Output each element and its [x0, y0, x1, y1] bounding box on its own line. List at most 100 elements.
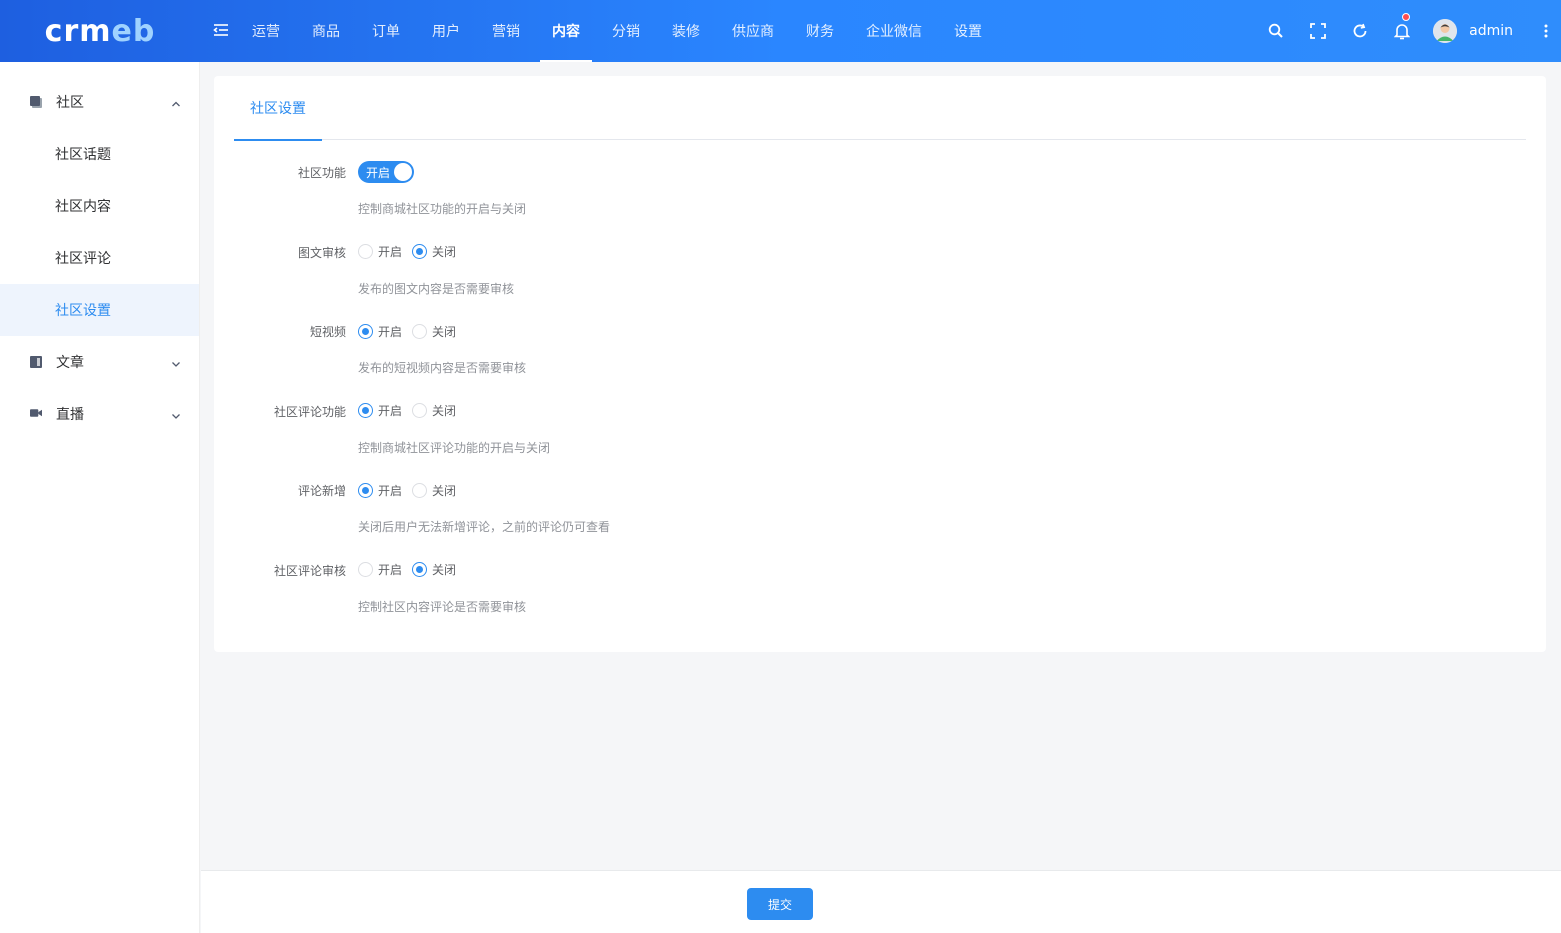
- top-nav-item[interactable]: 企业微信: [854, 0, 934, 62]
- submit-button[interactable]: 提交: [747, 888, 813, 920]
- radio-label: 关闭: [432, 245, 457, 259]
- radio-option[interactable]: 关闭: [412, 323, 456, 340]
- top-nav-item[interactable]: 商品: [300, 0, 352, 62]
- form-description: 控制社区内容评论是否需要审核: [358, 599, 527, 614]
- settings-card: 社区设置 社区功能 开启 控制商城社区功能的开启与关闭 图文审核 开启 关闭 发布的图文内容…: [214, 76, 1546, 652]
- radio-label: 开启: [378, 245, 403, 259]
- logo-text: crmeb: [44, 13, 156, 49]
- radio-label: 关闭: [432, 483, 457, 498]
- sidebar-item[interactable]: 社区内容: [0, 180, 199, 232]
- radio-circle: [412, 323, 428, 339]
- form-item: 社区评论审核 开启 关闭控制社区内容评论是否需要审核: [214, 558, 1546, 638]
- top-nav: 运营 商品 订单 用户 营销 内容 分销 装修 供应商 财务 企业微信 设置: [240, 0, 1002, 62]
- radio-option[interactable]: 开启: [358, 323, 402, 340]
- radio-circle: [412, 562, 428, 577]
- top-nav-item[interactable]: 运营: [240, 0, 292, 62]
- radio-option[interactable]: 关闭: [412, 402, 456, 419]
- top-nav-item[interactable]: 营销: [480, 0, 532, 62]
- radio-label: 开启: [378, 483, 403, 498]
- form-item: 社区评论功能 开启 关闭 控制商城社区评论功能的开启与关闭: [214, 399, 1546, 479]
- sidebar-group[interactable]: 文章: [0, 336, 199, 388]
- user-menu[interactable]: admin: [1433, 19, 1513, 43]
- form-description: 控制商城社区评论功能的开启与关闭: [358, 440, 551, 455]
- footer-bar: 提交: [201, 870, 1561, 933]
- form-description: 发布的图文内容是否需要审核: [358, 281, 515, 296]
- sidebar-item[interactable]: 社区话题: [0, 128, 199, 180]
- form-control: 开启: [358, 160, 414, 184]
- toggle-switch[interactable]: 开启: [358, 161, 414, 183]
- form-item: 社区功能 开启控制商城社区功能的开启与关闭: [214, 160, 1546, 240]
- top-nav-item[interactable]: 设置: [942, 0, 994, 62]
- radio-label: 开启: [378, 563, 403, 577]
- radio-label: 开启: [378, 324, 403, 339]
- avatar: [1433, 19, 1458, 43]
- search-icon[interactable]: [1255, 0, 1297, 62]
- chevron-up-icon: [171, 97, 181, 107]
- top-nav-item[interactable]: 装修: [660, 0, 712, 62]
- form-description: 发布的短视频内容是否需要审核: [358, 361, 527, 375]
- community-icon: [30, 96, 42, 108]
- radio-circle: [412, 482, 428, 498]
- settings-form: 社区功能 开启 控制商城社区功能的开启与关闭 图文审核 开启 关闭 发布的图文内容是否需要审…: [214, 160, 1546, 637]
- username: admin: [1469, 23, 1513, 39]
- top-nav-item[interactable]: 内容: [540, 0, 592, 62]
- top-nav-item[interactable]: 财务: [794, 0, 846, 62]
- top-nav-item[interactable]: 分销: [600, 0, 652, 62]
- radio-circle: [358, 244, 373, 259]
- notification-badge: [1402, 13, 1411, 21]
- radio-option[interactable]: 开启: [358, 482, 402, 499]
- chevron-down-icon: [171, 357, 181, 367]
- bell-icon[interactable]: [1381, 0, 1423, 62]
- radio-option[interactable]: 开启: [358, 561, 402, 578]
- top-nav-item[interactable]: 用户: [420, 0, 472, 62]
- logo[interactable]: crmeb: [0, 0, 200, 62]
- radio-option[interactable]: 开启: [358, 402, 402, 419]
- chevron-down-icon: [171, 409, 181, 419]
- radio-circle: [358, 323, 373, 339]
- form-label: 社区评论审核: [273, 563, 346, 578]
- top-header: crmeb 运营 商品 订单 用户 营销 内容 分销 装修 供应商 财务 企业微信 设置 admin: [0, 0, 1561, 62]
- fullscreen-icon[interactable]: [1297, 0, 1339, 62]
- form-label: 评论新增: [297, 484, 346, 498]
- radio-circle: [358, 562, 373, 577]
- menu-collapse-icon[interactable]: [213, 22, 229, 38]
- radio-circle: [358, 403, 373, 418]
- sidebar-item[interactable]: 社区设置: [0, 284, 199, 336]
- form-label: 图文审核: [297, 245, 346, 260]
- form-control: 开启 关闭: [358, 319, 466, 343]
- radio-option[interactable]: 开启: [358, 243, 402, 260]
- radio-option[interactable]: 关闭: [412, 243, 456, 260]
- radio-option[interactable]: 关闭: [412, 482, 456, 499]
- sidebar-group-label: 文章: [56, 355, 84, 371]
- radio-label: 关闭: [432, 404, 457, 418]
- form-control: 开启 关闭: [358, 240, 466, 264]
- form-item: 短视频 开启 关闭发布的短视频内容是否需要审核: [214, 319, 1546, 399]
- sidebar: 社区社区话题 社区内容 社区评论 社区设置文章直播: [0, 62, 200, 933]
- form-description: 关闭后用户无法新增评论，之前的评论仍可查看: [358, 520, 611, 534]
- tab-community-settings[interactable]: 社区设置: [234, 76, 322, 141]
- sidebar-group[interactable]: 社区: [0, 76, 199, 128]
- video-camera-icon: [30, 408, 42, 420]
- form-label: 社区功能: [297, 166, 346, 180]
- radio-option[interactable]: 关闭: [412, 561, 456, 578]
- radio-circle: [412, 403, 428, 418]
- refresh-icon[interactable]: [1339, 0, 1381, 62]
- top-nav-item[interactable]: 订单: [360, 0, 412, 62]
- more-vertical-icon[interactable]: [1531, 0, 1561, 62]
- form-description: 控制商城社区功能的开启与关闭: [358, 202, 527, 216]
- sidebar-group-label: 社区: [56, 95, 84, 111]
- article-icon: [30, 356, 42, 368]
- form-item: 图文审核 开启 关闭发布的图文内容是否需要审核: [214, 240, 1546, 320]
- sidebar-item[interactable]: 社区评论: [0, 232, 199, 284]
- form-item: 评论新增 开启 关闭关闭后用户无法新增评论，之前的评论仍可查看: [214, 478, 1546, 558]
- radio-label: 关闭: [432, 324, 457, 339]
- header-actions: admin: [1255, 0, 1561, 62]
- radio-label: 开启: [378, 404, 403, 418]
- form-label: 短视频: [309, 325, 346, 339]
- radio-circle: [358, 482, 373, 498]
- top-nav-item[interactable]: 供应商: [720, 0, 786, 62]
- sidebar-group[interactable]: 直播: [0, 388, 199, 440]
- radio-circle: [412, 244, 428, 259]
- form-control: 开启 关闭: [358, 558, 466, 582]
- radio-label: 关闭: [432, 563, 457, 577]
